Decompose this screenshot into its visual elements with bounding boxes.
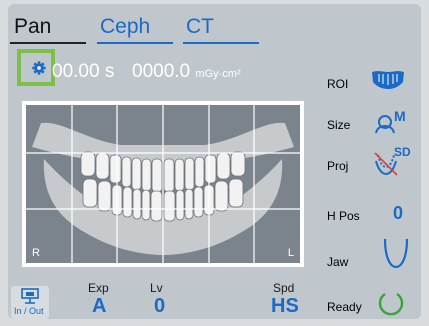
hpos-label: H Pos (327, 209, 360, 223)
patient-size-icon (375, 115, 395, 134)
ready-label: Ready (327, 300, 362, 314)
size-label: Size (327, 118, 351, 132)
spd-value[interactable]: HS (271, 295, 299, 318)
left-side-marker: L (287, 247, 294, 259)
dose-unit: mGy·cm² (195, 68, 241, 80)
size-button[interactable]: M (374, 108, 414, 136)
projection-button[interactable]: SD (372, 145, 414, 177)
xray-control-screen: Pan Ceph CT 00.00 s 0000.0 mGy·cm² R L R… (8, 4, 421, 319)
dose-readout: 0000.0 mGy·cm² (132, 61, 241, 83)
ready-indicator (378, 292, 404, 316)
right-side-marker: R (32, 247, 40, 259)
jaw-image (26, 105, 300, 263)
exp-value[interactable]: A (92, 295, 106, 318)
in-out-button[interactable]: In / Out (11, 286, 49, 319)
lv-value[interactable]: 0 (154, 295, 165, 318)
tab-ceph[interactable]: Ceph (100, 15, 150, 39)
hpos-value[interactable]: 0 (393, 203, 403, 224)
spd-label: Spd (273, 281, 295, 295)
dose-value: 0000.0 (132, 61, 191, 82)
preview-image-area: R L (26, 105, 300, 263)
jaw-button[interactable] (381, 235, 411, 271)
size-value: M (394, 108, 406, 124)
gear-icon (32, 61, 46, 75)
lv-label: Lv (150, 281, 163, 295)
panoramic-preview: R L (22, 101, 304, 267)
settings-button[interactable] (17, 49, 55, 86)
tab-pan[interactable]: Pan (14, 15, 51, 39)
jaw-label: Jaw (327, 255, 349, 269)
tab-ct[interactable]: CT (186, 15, 214, 39)
roi-button[interactable] (370, 68, 406, 90)
exp-label: Exp (88, 281, 109, 295)
roi-label: ROI (327, 77, 349, 91)
patient-entry-icon (21, 288, 39, 304)
proj-value: SD (394, 145, 411, 159)
tab-ceph-underline (97, 42, 173, 44)
in-out-label: In / Out (14, 306, 44, 316)
exposure-time-readout: 00.00 s (52, 61, 115, 82)
proj-label: Proj (327, 159, 349, 173)
tab-ct-underline (183, 42, 259, 44)
tab-pan-underline (10, 42, 86, 44)
